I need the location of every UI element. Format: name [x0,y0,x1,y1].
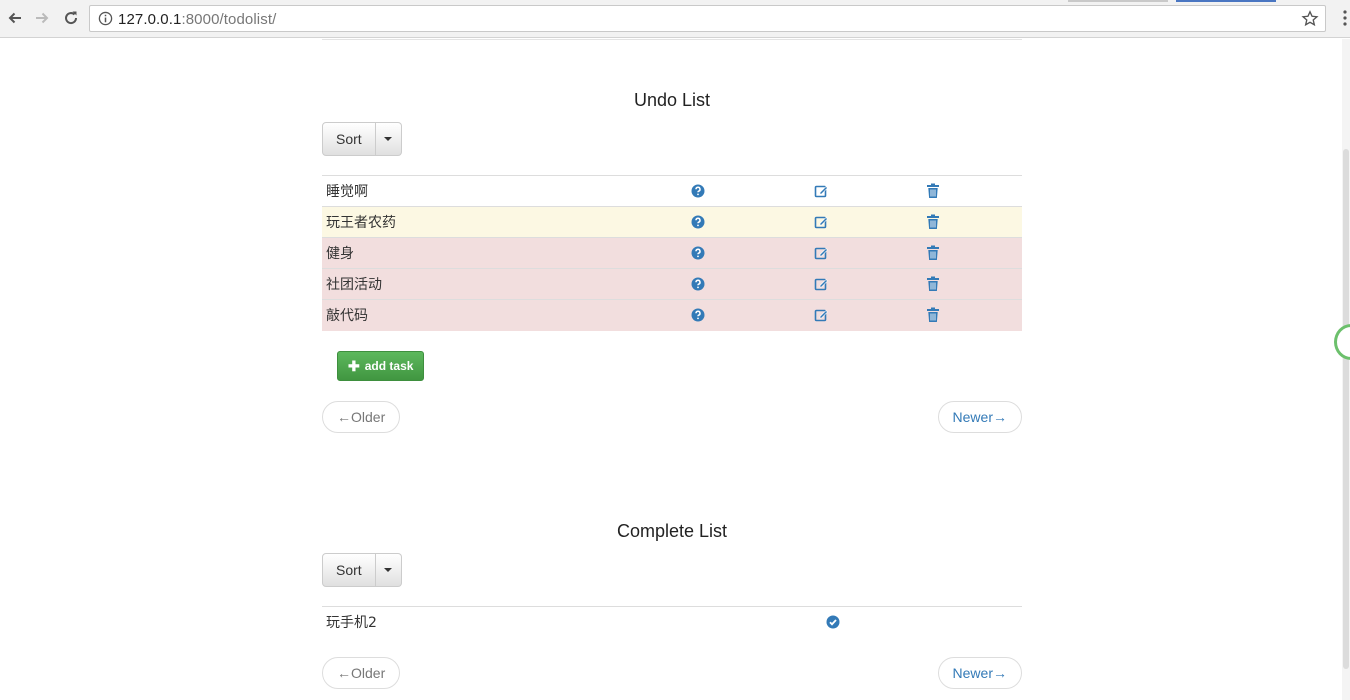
arrow-right-icon [36,12,49,24]
check-circle-icon[interactable] [826,614,840,630]
trash-icon[interactable] [926,183,940,199]
undo-table: 睡觉啊 玩王者农药 健身 社团活动 敲代码 [322,175,1022,331]
task-label: 健身 [322,237,687,269]
undo-task-row: 敲代码 [322,299,1022,331]
page-scrollbar[interactable] [1342,39,1350,700]
edit-icon[interactable] [814,276,828,292]
url-text[interactable]: 127.0.0.1:8000/todolist/ [118,11,276,28]
reload-button[interactable] [60,7,82,29]
browser-toolbar: 127.0.0.1:8000/todolist/ [0,0,1350,38]
todo-container: Undo List Sort 睡觉啊 玩王者农药 健身 社团活动 敲代码 ✚ add t… [322,39,1022,689]
arrow-left-icon [8,12,21,24]
task-edit-cell [810,299,922,331]
undo-task-row: 健身 [322,237,1022,269]
trash-icon[interactable] [926,307,940,323]
task-status-cell [822,605,1022,637]
complete-older-link[interactable]: ←Older [322,657,401,689]
plus-icon: ✚ [348,357,360,374]
undo-pager: ←Older Newer→ [322,400,1022,433]
floating-extension-badge[interactable] [1334,324,1350,360]
task-edit-cell [810,206,922,238]
task-detail-cell [687,299,810,331]
undo-task-row: 睡觉啊 [322,175,1022,207]
task-label: 玩王者农药 [322,206,687,238]
task-label: 敲代码 [322,299,687,331]
question-circle-icon[interactable] [691,214,705,230]
undo-older-link[interactable]: ←Older [322,400,401,433]
task-detail-cell [687,268,810,300]
task-delete-cell [922,175,1022,207]
url-path: :8000/todolist/ [181,11,277,28]
undo-task-row: 玩王者农药 [322,206,1022,238]
tab-strip-accent [1176,0,1276,2]
edit-icon[interactable] [814,214,828,230]
question-circle-icon[interactable] [691,245,705,261]
kebab-menu-icon[interactable] [1342,10,1348,28]
edit-icon[interactable] [814,307,828,323]
add-task-label: add task [364,358,414,373]
task-edit-cell [810,237,922,269]
undo-newer-link[interactable]: Newer→ [937,400,1022,433]
info-icon[interactable] [98,11,113,26]
task-edit-cell [810,268,922,300]
task-delete-cell [922,206,1022,238]
question-circle-icon[interactable] [691,307,705,323]
divider [322,39,1022,41]
complete-pager: ←Older Newer→ [322,657,1022,689]
task-delete-cell [922,237,1022,269]
task-delete-cell [922,299,1022,331]
undo-sort-dropdown-toggle[interactable] [375,122,402,156]
complete-newer-link[interactable]: Newer→ [937,657,1022,689]
complete-sort-dropdown-toggle[interactable] [375,552,402,587]
complete-table: 玩手机2 [322,605,1022,637]
complete-sort-group: Sort [322,552,1022,587]
complete-sort-button[interactable]: Sort [322,552,376,587]
undo-task-row: 社团活动 [322,268,1022,300]
question-circle-icon[interactable] [691,183,705,199]
task-detail-cell [687,206,810,238]
caret-down-icon [384,137,393,141]
url-host: 127.0.0.1 [118,11,182,28]
caret-down-icon [384,567,393,572]
back-button[interactable] [4,7,26,29]
add-task-row: ✚ add task [337,350,1022,381]
trash-icon[interactable] [926,214,940,230]
question-circle-icon[interactable] [691,276,705,292]
complete-list-title: Complete List [616,520,728,541]
complete-task-row: 玩手机2 [322,605,1022,637]
task-detail-cell [687,175,810,207]
task-label: 睡觉啊 [322,175,687,207]
bookmark-star-icon[interactable] [1301,10,1319,28]
task-delete-cell [922,268,1022,300]
task-label: 玩手机2 [322,605,822,637]
task-label: 社团活动 [322,268,687,300]
edit-icon[interactable] [814,183,828,199]
undo-list-title: Undo List [633,90,711,110]
address-bar[interactable]: 127.0.0.1:8000/todolist/ [89,5,1326,32]
undo-sort-group: Sort [322,122,1022,156]
edit-icon[interactable] [814,245,828,261]
reload-icon [65,11,78,25]
tab-strip-edge [1068,0,1168,2]
trash-icon[interactable] [926,245,940,261]
add-task-button[interactable]: ✚ add task [337,350,425,381]
forward-button[interactable] [31,7,53,29]
undo-sort-button[interactable]: Sort [322,122,376,156]
task-detail-cell [687,237,810,269]
trash-icon[interactable] [926,276,940,292]
scrollbar-thumb[interactable] [1343,149,1349,669]
task-edit-cell [810,175,922,207]
